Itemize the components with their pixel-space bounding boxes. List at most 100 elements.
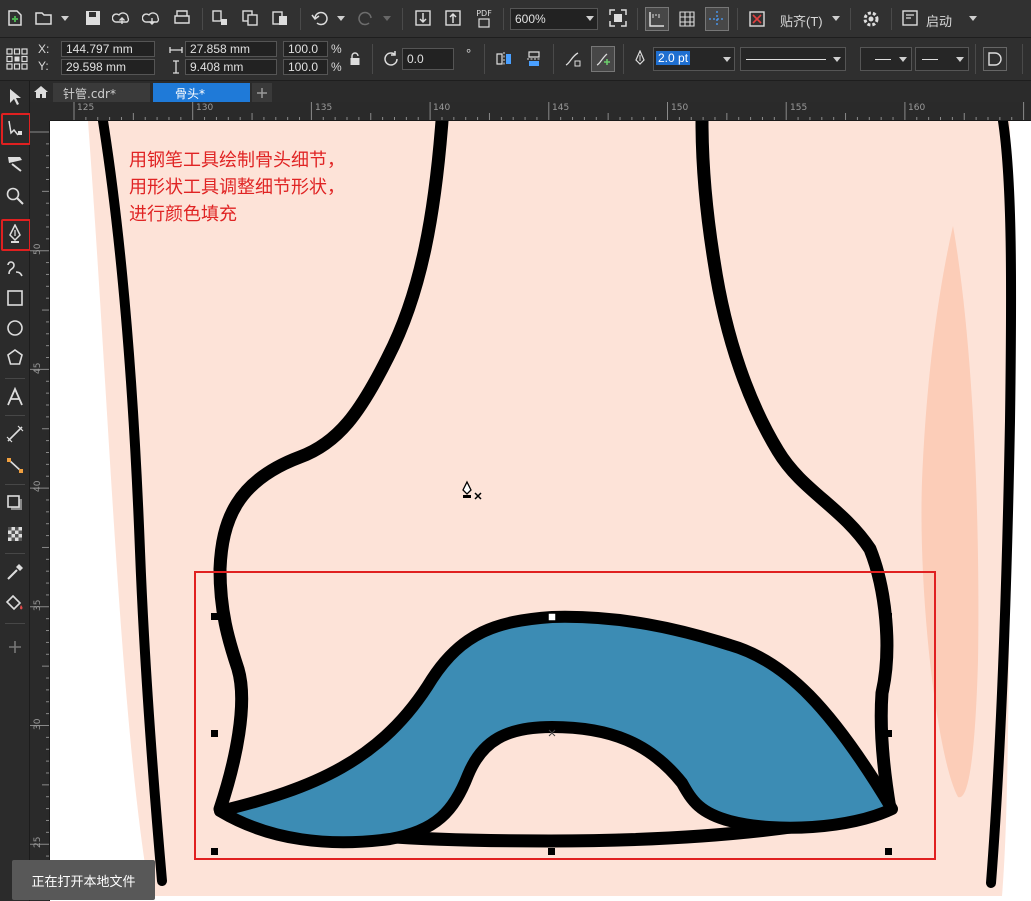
save-icon[interactable] bbox=[82, 7, 104, 29]
cloud-download-icon[interactable] bbox=[141, 7, 163, 29]
undo-icon[interactable] bbox=[309, 7, 331, 29]
open-folder-icon[interactable] bbox=[33, 7, 55, 29]
object-width-field[interactable]: 27.858 mm bbox=[185, 41, 277, 57]
ruler-origin-corner[interactable] bbox=[30, 102, 50, 121]
standard-toolbar: PDF 600% 贴齐(T) 启动 bbox=[0, 0, 1031, 38]
zoom-level-value: 600% bbox=[515, 12, 546, 26]
handle-bottom-right[interactable] bbox=[885, 848, 892, 855]
lock-ratio-icon[interactable] bbox=[346, 50, 364, 68]
outline-width-combo[interactable]: 2.0 pt bbox=[653, 47, 735, 71]
zoom-tool-icon[interactable] bbox=[3, 184, 27, 208]
tab-bone-doc[interactable]: 骨头* bbox=[153, 83, 250, 102]
eyedropper-tool-icon[interactable] bbox=[3, 560, 27, 584]
separator bbox=[850, 8, 851, 30]
add-tool-icon[interactable] bbox=[3, 635, 27, 659]
x-label: X: bbox=[38, 42, 50, 56]
undo-dropdown-icon[interactable] bbox=[337, 16, 345, 21]
cloud-upload-icon[interactable] bbox=[111, 7, 133, 29]
handle-top-left[interactable] bbox=[211, 613, 218, 620]
rectangle-tool-icon[interactable] bbox=[3, 286, 27, 310]
smear-tool-icon[interactable] bbox=[3, 151, 27, 175]
scale-x-field[interactable]: 100.0 bbox=[283, 41, 328, 57]
new-document-icon[interactable] bbox=[4, 7, 26, 29]
y-position-field[interactable]: 29.598 mm bbox=[61, 59, 155, 75]
x-position-field[interactable]: 144.797 mm bbox=[61, 41, 155, 57]
text-tool-icon[interactable] bbox=[3, 385, 27, 409]
ruler-label: 155 bbox=[790, 103, 808, 113]
handle-top-center[interactable] bbox=[547, 612, 557, 622]
zoom-level-combo[interactable]: 600% bbox=[510, 8, 598, 30]
handle-middle-left[interactable] bbox=[211, 730, 218, 737]
toolbox bbox=[0, 81, 31, 901]
snap-dropdown-icon[interactable] bbox=[832, 16, 840, 21]
vertical-ruler[interactable]: 50 45 40 35 30 25 bbox=[30, 121, 50, 901]
ellipse-tool-icon[interactable] bbox=[3, 316, 27, 340]
redo-icon[interactable] bbox=[355, 7, 377, 29]
rotation-angle-field[interactable]: 0.0 bbox=[402, 48, 454, 70]
ruler-label: 40 bbox=[33, 480, 43, 492]
object-height-field[interactable]: 9.408 mm bbox=[185, 59, 277, 75]
dimension-tool-icon[interactable] bbox=[3, 422, 27, 446]
zoom-dropdown-icon[interactable] bbox=[586, 16, 594, 21]
polygon-tool-icon[interactable] bbox=[3, 346, 27, 370]
end-arrowhead-combo[interactable] bbox=[915, 47, 969, 71]
outline-width-dropdown-icon[interactable] bbox=[723, 57, 731, 62]
transparency-tool-icon[interactable] bbox=[3, 522, 27, 546]
paste-icon[interactable] bbox=[270, 7, 292, 29]
snap-off-icon[interactable] bbox=[745, 7, 769, 31]
publish-pdf-icon[interactable]: PDF bbox=[472, 7, 496, 29]
line-style-combo[interactable] bbox=[740, 47, 846, 71]
options-gear-icon[interactable] bbox=[859, 7, 883, 31]
export-file-icon[interactable] bbox=[442, 7, 464, 29]
launch-menu[interactable]: 启动 bbox=[926, 11, 952, 30]
launch-dropdown-icon[interactable] bbox=[969, 16, 977, 21]
interactive-fill-tool-icon[interactable] bbox=[3, 591, 27, 615]
pick-tool-icon[interactable] bbox=[3, 85, 27, 109]
separator bbox=[1022, 44, 1023, 74]
handle-top-right[interactable] bbox=[885, 613, 892, 620]
snap-to-menu[interactable]: 贴齐(T) bbox=[780, 11, 823, 30]
mirror-vertical-icon[interactable] bbox=[523, 48, 545, 70]
copy-icon[interactable] bbox=[240, 7, 262, 29]
home-icon[interactable] bbox=[30, 81, 52, 102]
handle-middle-right[interactable] bbox=[885, 730, 892, 737]
horizontal-ruler[interactable]: 125 130 135 140 145 150 155 160 bbox=[50, 102, 1031, 121]
ruler-label: 25 bbox=[33, 836, 43, 848]
close-curve-icon[interactable] bbox=[983, 47, 1007, 71]
auto-close-curve-icon[interactable] bbox=[591, 46, 615, 72]
curve-node-icon[interactable] bbox=[562, 48, 584, 70]
tab-needle-doc[interactable]: 针管.cdr* bbox=[53, 83, 150, 102]
drop-shadow-tool-icon[interactable] bbox=[3, 491, 27, 515]
artistic-media-tool-icon[interactable] bbox=[3, 256, 27, 280]
end-arrowhead-dropdown-icon[interactable] bbox=[956, 57, 964, 62]
separator bbox=[503, 8, 504, 30]
handle-bottom-left[interactable] bbox=[211, 848, 218, 855]
annotation-line-3: 进行颜色填充 bbox=[129, 204, 237, 225]
drawing-canvas[interactable]: 用钢笔工具绘制骨头细节， 用形状工具调整细节形状， 进行颜色填充 bbox=[50, 121, 1031, 901]
start-arrowhead-dropdown-icon[interactable] bbox=[899, 57, 907, 62]
mirror-horizontal-icon[interactable] bbox=[493, 48, 515, 70]
scale-y-field[interactable]: 100.0 bbox=[283, 59, 328, 75]
full-screen-icon[interactable] bbox=[607, 7, 629, 29]
ruler-label: 140 bbox=[433, 103, 451, 113]
redo-dropdown-icon[interactable] bbox=[383, 16, 391, 21]
open-dropdown-icon[interactable] bbox=[61, 16, 69, 21]
launch-icon[interactable] bbox=[899, 7, 921, 29]
tool-separator bbox=[5, 415, 25, 416]
tab-label: 针管.cdr* bbox=[63, 87, 116, 101]
object-origin-icon[interactable] bbox=[4, 44, 30, 74]
import-file-icon[interactable] bbox=[412, 7, 434, 29]
line-style-dropdown-icon[interactable] bbox=[833, 57, 841, 62]
print-icon[interactable] bbox=[171, 7, 193, 29]
connector-tool-icon[interactable] bbox=[3, 453, 27, 477]
add-tab-icon[interactable] bbox=[252, 83, 272, 102]
handle-bottom-center[interactable] bbox=[548, 848, 555, 855]
annotation-line-1: 用钢笔工具绘制骨头细节， bbox=[129, 150, 345, 171]
start-arrowhead-combo[interactable] bbox=[860, 47, 912, 71]
tutorial-annotation: 用钢笔工具绘制骨头细节， 用形状工具调整细节形状， 进行颜色填充 bbox=[129, 147, 345, 228]
separator bbox=[553, 44, 554, 74]
show-guidelines-icon[interactable] bbox=[705, 7, 729, 31]
show-rulers-icon[interactable] bbox=[645, 7, 669, 31]
show-grid-icon[interactable] bbox=[675, 7, 699, 31]
import-icon[interactable] bbox=[210, 7, 232, 29]
